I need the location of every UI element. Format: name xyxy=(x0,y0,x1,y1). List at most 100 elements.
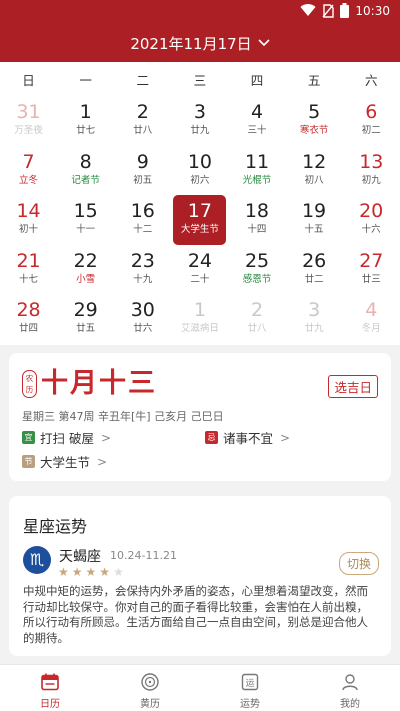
tab-fortune[interactable]: 运 运势 xyxy=(200,665,300,711)
tab-label: 运势 xyxy=(240,699,260,710)
calendar-day[interactable]: 4 三十 xyxy=(229,96,286,146)
avoid-row[interactable]: 忌 诸事不宜 > xyxy=(205,428,290,447)
calendar-day[interactable]: 1 廿七 xyxy=(57,96,114,146)
fortune-rating: ★ ★ ★ ★ ★ xyxy=(58,565,124,579)
day-number: 18 xyxy=(244,200,270,223)
star-icon: ★ xyxy=(58,565,69,579)
month-picker[interactable]: 2021年11月17日 xyxy=(130,33,270,54)
calendar-day[interactable]: 1 艾滋病日 xyxy=(171,294,228,344)
day-number: 3 xyxy=(193,101,206,123)
day-lunar: 初二 xyxy=(361,125,381,136)
day-number: 21 xyxy=(16,249,41,272)
calendar-day-selected[interactable]: 17 大学生节 xyxy=(173,195,227,245)
weekday-label: 二 xyxy=(136,72,150,88)
calendar-day[interactable]: 12 初八 xyxy=(286,146,343,196)
calendar-day[interactable]: 5 寒衣节 xyxy=(286,96,343,146)
weekday-header: 日 一 二 三 四 五 六 xyxy=(0,62,400,96)
fortune-text: 中规中矩的运势，会保持内外矛盾的姿态，心里想着渴望改变，然而行动却比较保守。你对… xyxy=(23,584,368,645)
calendar-day[interactable]: 27 廿三 xyxy=(343,245,400,295)
calendar-week: 21 十七 22 小雪 23 十九 24 二十 25 感恩节 26 廿二 27 廿三 xyxy=(0,245,400,295)
calendar-week: 31 万圣夜 1 廿七 2 廿八 3 廿九 4 三十 5 寒衣节 6 初二 xyxy=(0,96,400,146)
calendar-day[interactable]: 13 初九 xyxy=(343,146,400,196)
calendar-day[interactable]: 7 立冬 xyxy=(0,146,57,196)
calendar-day[interactable]: 2 廿八 xyxy=(229,294,286,344)
day-number: 27 xyxy=(359,249,384,272)
day-festival: 光棍节 xyxy=(242,174,272,186)
day-number: 29 xyxy=(73,299,98,322)
calendar-day[interactable]: 18 十四 xyxy=(228,195,285,245)
status-icons: 10:30 xyxy=(300,3,390,18)
calendar-day[interactable]: 26 廿二 xyxy=(286,245,343,295)
calendar-day[interactable]: 24 二十 xyxy=(171,245,228,295)
day-lunar: 初六 xyxy=(190,174,210,186)
star-icon: ★ xyxy=(85,565,97,579)
suitable-row[interactable]: 宜 打扫 破屋 > xyxy=(22,428,111,447)
avoid-text: 诸事不宜 xyxy=(223,431,274,446)
month-calendar: 日 一 二 三 四 五 六 31 万圣夜 1 廿七 2 廿八 3 廿九 4 三十 5 寒衣节… xyxy=(0,62,400,345)
calendar-day[interactable]: 9 初五 xyxy=(114,146,171,196)
star-empty-icon: ★ xyxy=(113,565,124,579)
calendar-day[interactable]: 23 十九 xyxy=(114,245,171,295)
tab-profile[interactable]: 我的 xyxy=(300,665,400,711)
star-icon: ★ xyxy=(71,565,83,579)
day-number: 19 xyxy=(301,200,327,223)
tab-almanac[interactable]: 黄历 xyxy=(100,665,200,711)
day-number: 17 xyxy=(187,200,212,223)
day-number: 30 xyxy=(130,299,155,322)
calendar-day[interactable]: 3 廿九 xyxy=(171,96,228,146)
day-number: 14 xyxy=(16,200,41,223)
day-solar-term: 小雪 xyxy=(76,273,96,285)
status-bar: 10:30 xyxy=(0,0,400,24)
calendar-week: 7 立冬 8 记者节 9 初五 10 初六 11 光棍节 12 初八 13 初九 xyxy=(0,146,400,196)
calendar-day[interactable]: 4 冬月 xyxy=(343,294,400,344)
calendar-day[interactable]: 29 廿五 xyxy=(57,294,114,344)
calendar-day[interactable]: 20 十六 xyxy=(343,195,400,245)
no-sim-icon xyxy=(322,3,335,18)
day-number: 24 xyxy=(187,249,213,272)
festival-row[interactable]: 节 大学生节 > xyxy=(22,452,107,471)
calendar-day[interactable]: 31 万圣夜 xyxy=(0,96,57,146)
tab-label: 黄历 xyxy=(140,699,160,710)
zodiac-name: 天蝎座 xyxy=(59,549,101,565)
calendar-day[interactable]: 16 十二 xyxy=(114,195,171,245)
calendar-day[interactable]: 2 廿八 xyxy=(114,96,171,146)
calendar-day[interactable]: 28 廿四 xyxy=(0,294,57,344)
suitable-icon: 宜 xyxy=(22,431,35,444)
horoscope-card[interactable]: 星座运势 ♏ 天蝎座 10.24-11.21 ★ ★ ★ ★ ★ 切换 中规中矩… xyxy=(9,496,391,656)
day-lunar: 十一 xyxy=(76,224,96,236)
day-lunar: 初十 xyxy=(19,224,39,236)
day-lunar: 冬月 xyxy=(361,323,381,335)
day-lunar: 十二 xyxy=(133,224,153,236)
horoscope-title: 星座运势 xyxy=(23,517,88,536)
day-lunar: 廿六 xyxy=(133,323,153,335)
calendar-day[interactable]: 14 初十 xyxy=(0,195,57,245)
day-number: 3 xyxy=(308,299,321,322)
calendar-day[interactable]: 22 小雪 xyxy=(57,245,114,295)
calendar-day[interactable]: 10 初六 xyxy=(171,146,228,196)
tab-calendar[interactable]: 日历 xyxy=(0,665,100,711)
day-number: 20 xyxy=(359,200,384,223)
calendar-day[interactable]: 11 光棍节 xyxy=(229,146,286,196)
calendar-day[interactable]: 3 廿九 xyxy=(286,294,343,344)
day-number: 4 xyxy=(365,299,378,322)
day-festival: 记者节 xyxy=(71,174,100,186)
festival-icon: 节 xyxy=(22,455,35,468)
day-lunar: 廿九 xyxy=(304,323,324,335)
suitable-text: 打扫 破屋 xyxy=(40,431,94,446)
day-number: 9 xyxy=(136,150,149,173)
calendar-day[interactable]: 15 十一 xyxy=(57,195,114,245)
day-number: 11 xyxy=(244,150,270,173)
pick-lucky-day-button[interactable]: 选吉日 xyxy=(328,375,378,398)
calendar-day[interactable]: 30 廿六 xyxy=(114,294,171,344)
day-lunar: 十九 xyxy=(133,273,153,285)
day-number: 8 xyxy=(79,150,92,173)
calendar-day[interactable]: 6 初二 xyxy=(343,96,400,146)
almanac-card[interactable]: 农历 十月十三 选吉日 星期三 第47周 辛丑年[牛] 己亥月 己巳日 宜 打扫… xyxy=(9,353,391,481)
calendar-day[interactable]: 19 十五 xyxy=(286,195,343,245)
day-festival: 感恩节 xyxy=(242,273,272,285)
switch-zodiac-button[interactable]: 切换 xyxy=(338,552,379,575)
calendar-day[interactable]: 25 感恩节 xyxy=(229,245,286,295)
calendar-day[interactable]: 21 十七 xyxy=(0,245,57,295)
day-number: 2 xyxy=(136,101,149,123)
calendar-day[interactable]: 8 记者节 xyxy=(57,146,114,196)
